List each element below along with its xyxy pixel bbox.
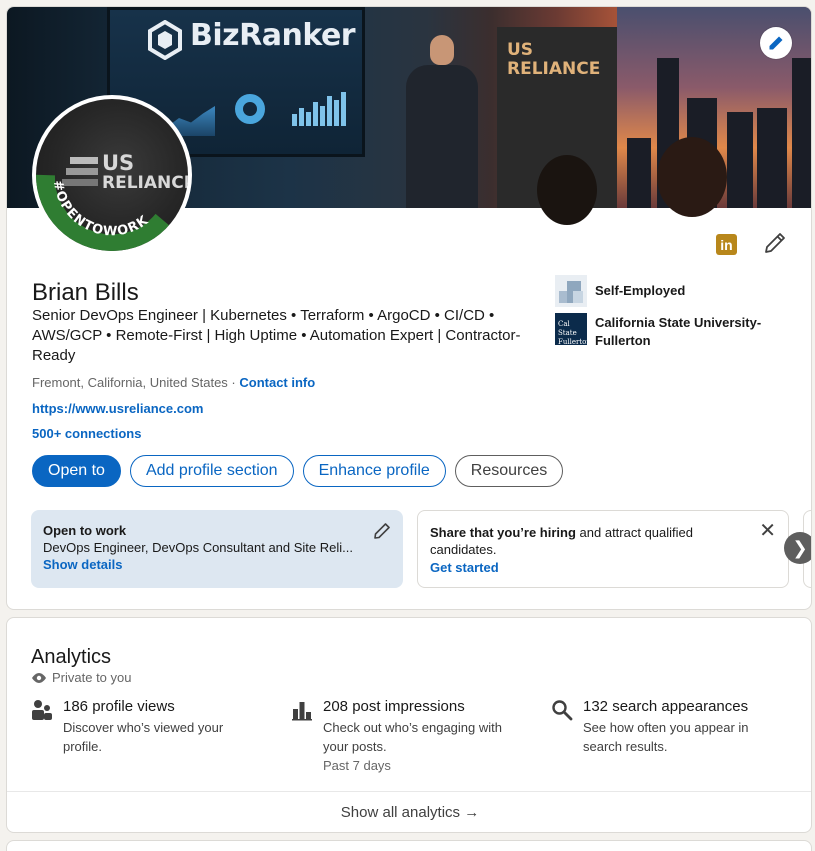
enhance-profile-button[interactable]: Enhance profile	[302, 455, 446, 487]
metric-profile-views[interactable]: 186 profile views Discover who’s viewed …	[31, 698, 261, 756]
metric-heading: 208 post impressions	[323, 698, 465, 715]
eye-icon	[32, 672, 46, 683]
org-self-employed[interactable]: Self-Employed	[555, 275, 795, 307]
edit-banner-button[interactable]	[760, 27, 792, 59]
private-text: Private to you	[52, 670, 132, 685]
profile-actions: Open to Add profile section Enhance prof…	[32, 455, 564, 487]
org-csuf[interactable]: Cal State Fullerton California State Uni…	[555, 313, 795, 350]
profile-card: BizRanker US RELIANCE US RELIANCE #OPENT…	[6, 6, 812, 610]
metric-period: Past 7 days	[323, 758, 391, 773]
banner-screen-logo-text: BizRanker	[190, 18, 356, 53]
metric-post-impressions[interactable]: 208 post impressions Check out who’s eng…	[291, 698, 521, 773]
org-name: Self-Employed	[595, 283, 686, 298]
add-profile-section-button[interactable]: Add profile section	[129, 455, 294, 487]
banner-audience	[657, 137, 727, 217]
people-icon	[32, 700, 52, 720]
location-separator: ·	[227, 375, 240, 390]
profile-location: Fremont, California, United States	[32, 375, 228, 390]
banner-audience	[537, 155, 597, 225]
hiring-text: Share that you’re hiring and attract qua…	[430, 524, 730, 558]
profile-avatar[interactable]: US RELIANCE #OPENTOWORK	[32, 95, 192, 255]
open-to-work-title: Open to work	[43, 523, 127, 538]
edit-intro-pencil-icon[interactable]	[763, 231, 787, 255]
opentowork-ring: #OPENTOWORK	[36, 174, 173, 251]
close-icon[interactable]: ✕	[759, 521, 776, 541]
bar-chart-icon	[292, 702, 312, 721]
next-section-card	[6, 840, 812, 851]
wall-sign-line1: US	[507, 40, 534, 60]
metric-heading: 132 search appearances	[583, 698, 749, 715]
pencil-icon	[769, 36, 783, 50]
csuf-logo: Cal State Fullerton	[555, 313, 587, 345]
analytics-title: Analytics	[31, 646, 112, 668]
banner-donut-graphic	[235, 94, 265, 124]
profile-location-line: Fremont, California, United States · Con…	[32, 375, 315, 390]
linkedin-badge-icon[interactable]: in	[716, 234, 737, 255]
hiring-text-bold: Share that you’re hiring	[430, 525, 576, 540]
analytics-card: Analytics Private to you 186 profile vie…	[6, 617, 812, 833]
metric-description: See how often you appear in search resul…	[583, 720, 749, 754]
open-to-button[interactable]: Open to	[32, 455, 121, 487]
bizranker-logo-icon	[148, 20, 182, 60]
metric-heading: 186 profile views	[63, 698, 175, 715]
share-hiring-card: Share that you’re hiring and attract qua…	[417, 510, 789, 588]
connections-link[interactable]: 500+ connections	[32, 426, 141, 441]
resources-button[interactable]: Resources	[454, 455, 564, 487]
metric-search-appearances[interactable]: 132 search appearances See how often you…	[551, 698, 781, 756]
carousel-next-button[interactable]: ❯	[784, 532, 811, 564]
profile-headline: Senior DevOps Engineer | Kubernetes • Te…	[32, 307, 521, 364]
banner-presenter	[392, 29, 492, 208]
get-started-link[interactable]: Get started	[430, 560, 776, 575]
wall-sign-line2: RELIANCE	[507, 59, 601, 79]
metric-description: Discover who’s viewed your profile.	[63, 720, 224, 754]
show-details-link[interactable]: Show details	[43, 557, 391, 572]
open-to-work-card: Open to work DevOps Engineer, DevOps Con…	[31, 510, 403, 588]
search-icon	[552, 700, 573, 721]
profile-name: Brian Bills	[32, 279, 139, 306]
contact-info-link[interactable]: Contact info	[239, 375, 315, 390]
analytics-private-note: Private to you	[31, 670, 132, 685]
show-all-analytics-button[interactable]: Show all analytics →	[7, 791, 811, 832]
profile-website-link[interactable]: https://www.usreliance.com	[32, 401, 203, 416]
edit-open-to-work-pencil-icon[interactable]	[373, 522, 391, 540]
profile-orgs: Self-Employed Cal State Fullerton Califo…	[555, 275, 795, 356]
open-to-work-roles: DevOps Engineer, DevOps Consultant and S…	[43, 540, 353, 555]
org-name: California State University-Fullerton	[595, 315, 762, 348]
building-icon	[555, 275, 587, 307]
metric-description: Check out who’s engaging with your posts…	[323, 720, 502, 754]
